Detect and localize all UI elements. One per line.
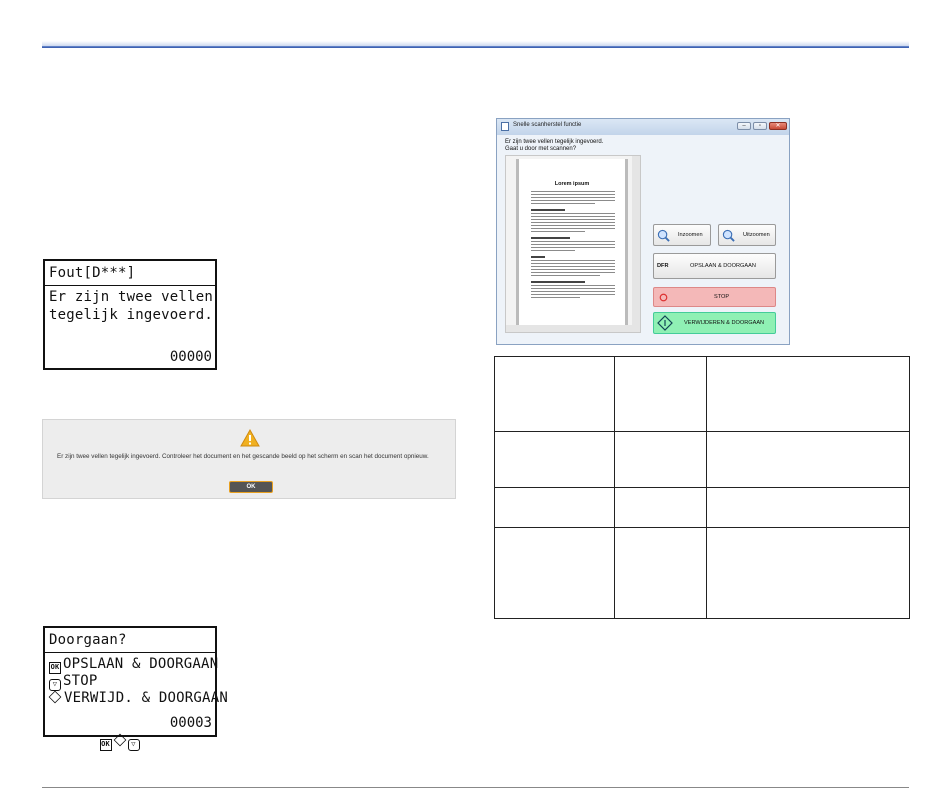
table-cell	[494, 431, 615, 488]
window-title: Snelle scanherstel functie	[513, 122, 582, 128]
start-key-icon	[113, 733, 126, 747]
table-cell	[494, 527, 615, 619]
footer-rule	[42, 787, 909, 788]
stop-icon	[659, 293, 668, 302]
lcd-key-icons: OK ▽	[65, 714, 142, 769]
lcd-continue-title: Doorgaan?	[49, 632, 127, 648]
zoom-out-label: Uitzoomen	[743, 232, 770, 238]
warning-triangle-icon	[240, 429, 260, 447]
maximize-icon[interactable]: ▫	[753, 122, 767, 130]
window-message: Er zijn twee vellen tegelijk ingevoerd. …	[505, 139, 604, 152]
warning-message: Er zijn twee vellen tegelijk ingevoerd. …	[57, 453, 429, 460]
scan-recovery-window: Snelle scanherstel functie – ▫ ✕ Er zijn…	[496, 118, 790, 345]
scanned-page: Lorem ipsum	[516, 159, 628, 327]
table-cell	[614, 487, 707, 528]
save-continue-button[interactable]: DFR OPSLAAN & DOORGAAN	[653, 253, 776, 279]
page-title: Lorem ipsum	[554, 181, 590, 187]
close-icon[interactable]: ✕	[769, 122, 787, 130]
table-cell	[614, 356, 707, 432]
table-cell	[706, 527, 910, 619]
zoom-in-icon	[657, 229, 670, 242]
lcd-error-line2: tegelijk ingevoerd.	[49, 307, 213, 323]
preview-horizontal-scrollbar[interactable]	[506, 325, 640, 332]
lcd-error-line1: Er zijn twee vellen	[49, 289, 213, 305]
scan-preview[interactable]: Lorem ipsum	[505, 155, 641, 333]
table-cell	[614, 527, 707, 619]
empty-table	[494, 356, 910, 619]
table-cell	[706, 356, 910, 432]
table-cell	[614, 431, 707, 488]
start-key-icon	[48, 690, 62, 704]
delete-continue-label: VERWIJDEREN & DOORGAAN	[684, 320, 765, 326]
app-icon	[501, 122, 509, 131]
minimize-icon[interactable]: –	[737, 122, 751, 130]
zoom-in-button[interactable]: Inzoomen	[653, 224, 711, 246]
table-cell	[494, 487, 615, 528]
lcd-item-delete[interactable]: VERWIJD. & DOORGAAN	[48, 689, 228, 707]
ok-key-icon: OK	[99, 739, 112, 751]
dfr-tag: DFR	[657, 263, 669, 269]
lcd-error-title: Fout[D***]	[49, 265, 136, 281]
preview-vertical-scrollbar[interactable]	[632, 156, 640, 332]
lcd-error-counter: 00000	[169, 349, 212, 365]
ok-button[interactable]: OK	[229, 481, 273, 493]
lcd-error-panel: Fout[D***] Er zijn twee vellen tegelijk …	[43, 259, 217, 370]
zoom-out-icon	[722, 229, 735, 242]
lcd-continue-panel: Doorgaan? OK OPSLAAN & DOORGAAN ▽ STOP VER…	[43, 626, 228, 751]
zoom-out-button[interactable]: Uitzoomen	[718, 224, 776, 246]
delete-continue-button[interactable]: VERWIJDEREN & DOORGAAN	[653, 312, 776, 334]
warning-dialog: Er zijn twee vellen tegelijk ingevoerd. …	[42, 419, 456, 499]
save-continue-label: OPSLAAN & DOORGAAN	[690, 263, 756, 269]
window-titlebar[interactable]: Snelle scanherstel functie – ▫ ✕	[497, 119, 789, 135]
start-diamond-icon	[657, 315, 673, 331]
stop-label: STOP	[714, 294, 730, 300]
stop-button[interactable]: STOP	[653, 287, 776, 307]
header-rule	[42, 41, 909, 48]
table-cell	[706, 487, 910, 528]
table-cell	[706, 431, 910, 488]
lcd-continue-counter: 00003	[169, 715, 212, 731]
stop-key-icon: ▽	[127, 739, 140, 751]
zoom-in-label: Inzoomen	[678, 232, 703, 238]
table-cell	[494, 356, 615, 432]
